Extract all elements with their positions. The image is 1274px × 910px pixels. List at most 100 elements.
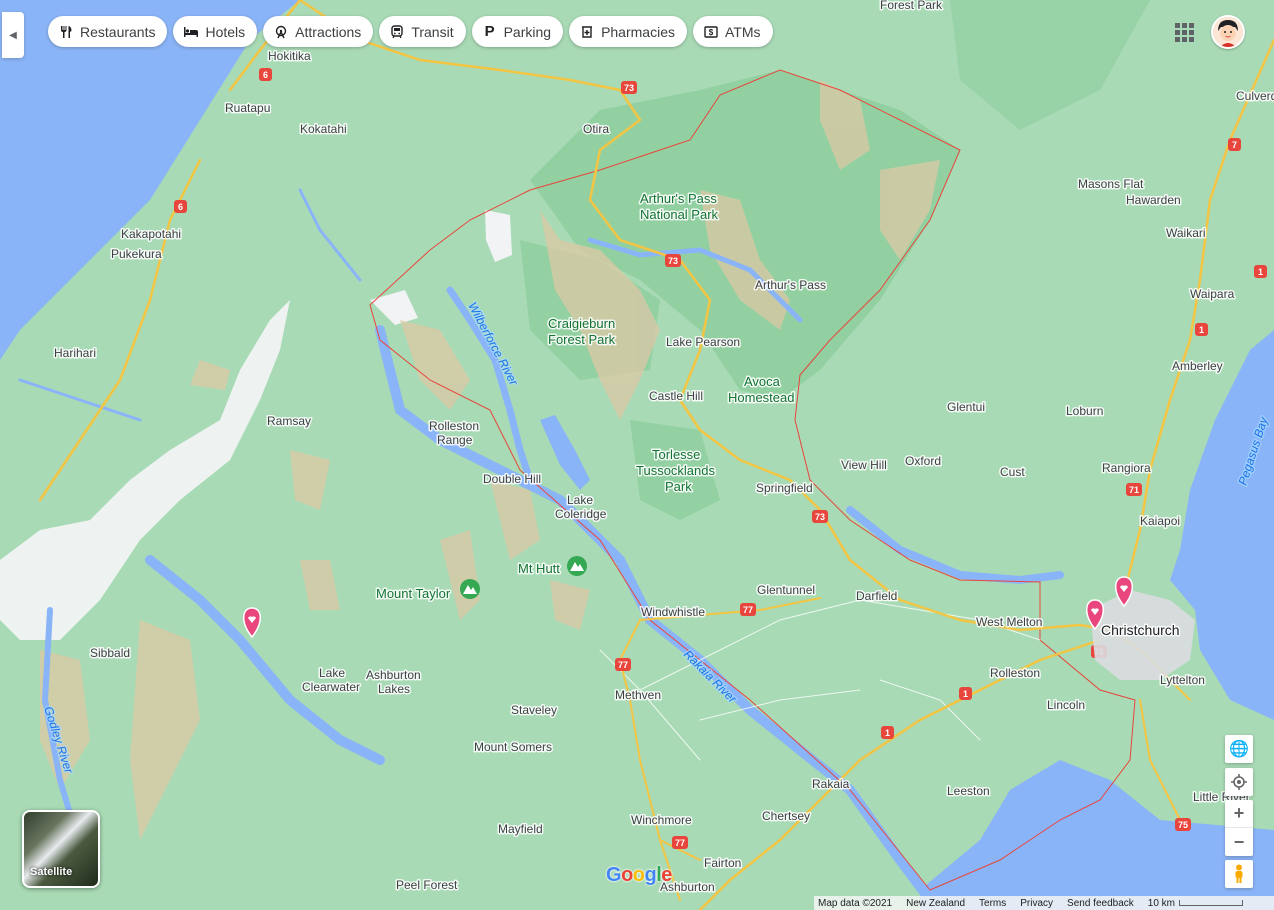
- map-label: Kakapotahi: [121, 227, 181, 241]
- map-label: Avoca: [744, 374, 781, 389]
- globe-icon: 🌐: [1229, 741, 1249, 758]
- road-shield: 6: [259, 68, 272, 81]
- map-label: Lakes: [378, 682, 410, 696]
- globe-view-button[interactable]: 🌐: [1225, 735, 1253, 763]
- account-avatar[interactable]: [1211, 15, 1245, 49]
- my-location-button[interactable]: [1225, 768, 1253, 796]
- zoom-in-button[interactable]: +: [1225, 800, 1253, 828]
- svg-text:1: 1: [885, 728, 890, 738]
- map-label: Lake: [319, 666, 345, 680]
- map-label: Sibbald: [90, 646, 130, 660]
- region-link[interactable]: New Zealand: [906, 898, 965, 909]
- svg-text:6: 6: [263, 70, 268, 80]
- map-label: Rangiora: [1102, 461, 1151, 475]
- google-apps-grid-icon[interactable]: [1172, 20, 1196, 44]
- category-chip-bar: Restaurants Hotels Attractions Transit P…: [48, 16, 773, 47]
- map-label: Ruatapu: [225, 101, 270, 115]
- map-label: Range: [437, 433, 473, 447]
- chip-label: ATMs: [724, 23, 761, 40]
- map-label: Rakaia: [812, 777, 850, 791]
- bed-icon: [183, 24, 199, 40]
- chip-parking[interactable]: P Parking: [471, 16, 564, 47]
- map-label: Loburn: [1066, 404, 1103, 418]
- map-label: Staveley: [511, 703, 557, 717]
- map-label: Ashburton: [366, 668, 421, 682]
- map-label: Arthur's Pass: [640, 191, 717, 206]
- map-label: Glentui: [947, 400, 985, 414]
- chip-attractions[interactable]: Attractions: [263, 16, 374, 47]
- terms-link[interactable]: Terms: [979, 898, 1006, 909]
- map-label: Leeston: [947, 784, 990, 798]
- map-label: Castle Hill: [649, 389, 703, 403]
- road-shield: 1: [881, 726, 894, 739]
- park-poi-icon[interactable]: [460, 579, 480, 599]
- map-label: Cust: [1000, 465, 1025, 479]
- road-shield: 77: [615, 658, 631, 671]
- map-canvas[interactable]: 6 6 73 73 7 1 1 71 73 77 77 76 1 1 77 75: [0, 0, 1274, 910]
- road-shield: 71: [1126, 483, 1142, 496]
- svg-text:73: 73: [815, 512, 825, 522]
- map-label: Forest Park: [880, 0, 943, 12]
- collapse-side-panel-button[interactable]: ◀: [2, 12, 24, 58]
- road-shield: 73: [621, 81, 637, 94]
- road-shield: 1: [1254, 265, 1267, 278]
- chip-pharmacies[interactable]: Pharmacies: [569, 16, 687, 47]
- chip-atms[interactable]: $ ATMs: [692, 16, 773, 47]
- map-label: Lake: [567, 493, 593, 507]
- svg-text:77: 77: [743, 605, 753, 615]
- map-label: Fairton: [704, 856, 741, 870]
- chip-hotels[interactable]: Hotels: [173, 16, 258, 47]
- ferris-wheel-icon: [273, 24, 289, 40]
- map-label: Kokatahi: [300, 122, 347, 136]
- google-logo: Google: [606, 864, 672, 886]
- pegman-icon: [1235, 864, 1243, 883]
- chip-label: Restaurants: [80, 23, 156, 40]
- svg-text:$: $: [709, 28, 714, 37]
- my-location-icon: [1231, 774, 1247, 790]
- svg-text:77: 77: [675, 838, 685, 848]
- map-label: Arthur's Pass: [755, 278, 826, 292]
- map-label: Darfield: [856, 589, 897, 603]
- chip-restaurants[interactable]: Restaurants: [48, 16, 168, 47]
- map-label: Kaiapoi: [1140, 514, 1180, 528]
- road-shield: 75: [1175, 818, 1191, 831]
- satellite-layer-toggle[interactable]: Satellite: [22, 810, 100, 888]
- fork-knife-icon: [58, 24, 74, 40]
- satellite-label: Satellite: [30, 866, 73, 878]
- map-label: Mount Somers: [474, 740, 552, 754]
- minus-icon: −: [1233, 831, 1245, 852]
- map-label: Ramsay: [267, 414, 311, 428]
- map-label: Mt Hutt: [518, 561, 560, 576]
- road-shield: 77: [672, 836, 688, 849]
- map-label: Rolleston: [429, 419, 479, 433]
- map-label: Hokitika: [268, 49, 311, 63]
- map-label: Amberley: [1172, 359, 1223, 373]
- svg-text:77: 77: [618, 660, 628, 670]
- map-label: Tussocklands: [636, 463, 715, 478]
- svg-text:73: 73: [624, 83, 634, 93]
- street-view-pegman-button[interactable]: [1225, 860, 1253, 888]
- send-feedback-link[interactable]: Send feedback: [1067, 898, 1134, 909]
- map-label: Rolleston: [990, 666, 1040, 680]
- chip-transit[interactable]: Transit: [379, 16, 466, 47]
- map-label: Waipara: [1190, 287, 1235, 301]
- chip-label: Hotels: [205, 23, 246, 40]
- svg-text:1: 1: [963, 689, 968, 699]
- park-poi-icon[interactable]: [567, 556, 587, 576]
- map-label: Coleridge: [555, 507, 607, 521]
- map-label: Torlesse: [652, 447, 700, 462]
- map-footer: Map data ©2021 New Zealand Terms Privacy…: [814, 896, 1274, 910]
- svg-text:1: 1: [1258, 267, 1263, 277]
- map-label: Hawarden: [1126, 193, 1181, 207]
- road-shield: 7: [1228, 138, 1241, 151]
- plus-icon: +: [1233, 803, 1245, 823]
- svg-text:73: 73: [668, 256, 678, 266]
- map-label: Forest Park: [548, 332, 616, 347]
- privacy-link[interactable]: Privacy: [1020, 898, 1053, 909]
- scale-bar[interactable]: 10 km: [1148, 898, 1243, 909]
- zoom-out-button[interactable]: −: [1225, 828, 1253, 856]
- chip-label: Parking: [503, 23, 552, 40]
- map-label: West Melton: [976, 615, 1042, 629]
- map-label: Mount Taylor: [376, 586, 451, 601]
- chip-label: Attractions: [295, 23, 362, 40]
